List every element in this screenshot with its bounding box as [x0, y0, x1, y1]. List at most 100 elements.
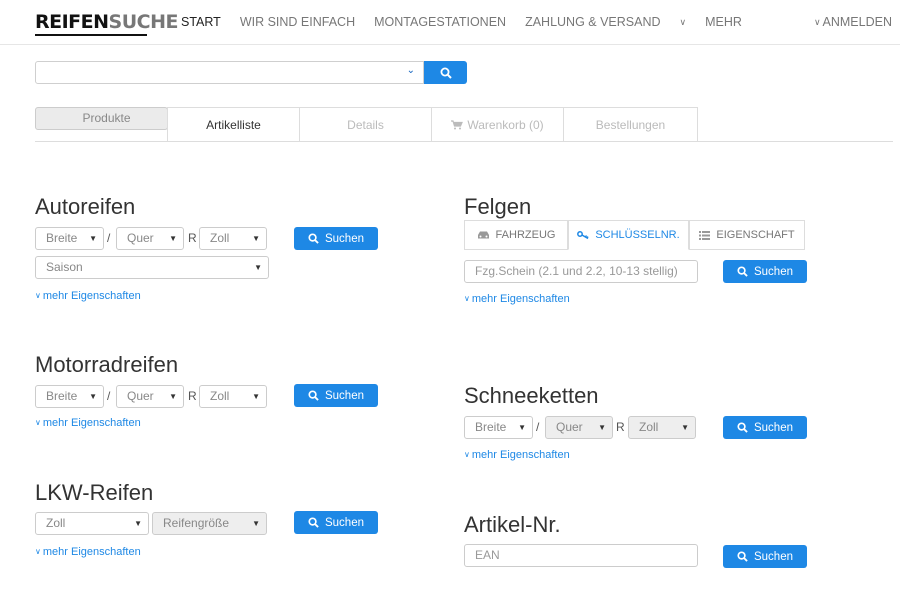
felgen-tab-schluesselnr[interactable]: SCHLÜSSELNR.: [568, 220, 689, 250]
button-label: Suchen: [753, 550, 793, 563]
tab-label: SCHLÜSSELNR.: [595, 229, 680, 241]
motorrad-zoll-select[interactable]: Zoll ▼: [199, 385, 267, 408]
r-separator: R: [188, 231, 197, 245]
nav-zahlung-versand[interactable]: ZAHLUNG & VERSAND: [525, 15, 660, 29]
tab-label: Artikelliste: [206, 117, 261, 132]
nav-login-label: ANMELDEN: [822, 15, 892, 29]
tab-bar: Produkte Artikelliste Details Warenkorb …: [35, 107, 893, 142]
schneeketten-zoll-select[interactable]: Zoll ▼: [628, 416, 696, 439]
chevron-down-icon: ∨: [35, 291, 41, 300]
felgen-schluesselnr-input[interactable]: Fzg.Schein (2.1 und 2.2, 10-13 stellig): [464, 260, 698, 283]
tab-produkte[interactable]: Produkte: [35, 107, 168, 130]
link-label: mehr Eigenschaften: [42, 417, 141, 429]
nav-wir-sind-einfach[interactable]: WIR SIND EINFACH: [240, 15, 355, 29]
caret-down-icon: ▼: [169, 234, 177, 243]
logo[interactable]: REIFEN SUCHE: [35, 12, 178, 36]
autoreifen-more-link[interactable]: ∨ mehr Eigenschaften: [35, 290, 141, 302]
select-value: Breite: [46, 231, 78, 245]
select-value: Zoll: [46, 516, 66, 530]
felgen-tab-eigenschaft[interactable]: EIGENSCHAFT: [689, 220, 805, 250]
chevron-down-icon: ∨: [464, 294, 470, 303]
button-label: Suchen: [324, 389, 364, 402]
caret-down-icon: ▼: [598, 423, 606, 432]
key-icon: [577, 231, 589, 240]
schneeketten-more-link[interactable]: ∨ mehr Eigenschaften: [464, 449, 570, 461]
select-value: Quer: [127, 231, 154, 245]
autoreifen-zoll-select[interactable]: Zoll ▼: [199, 227, 267, 250]
slash-separator: /: [107, 389, 111, 403]
button-label: Suchen: [324, 516, 364, 529]
nav-login[interactable]: ∨ ANMELDEN: [814, 15, 892, 29]
search-input[interactable]: ⌄: [35, 61, 424, 84]
tab-label: FAHRZEUG: [495, 229, 556, 241]
lkw-zoll-select[interactable]: Zoll ▼: [35, 512, 149, 535]
slash-separator: /: [536, 420, 540, 434]
schneeketten-quer-select[interactable]: Quer ▼: [545, 416, 613, 439]
link-label: mehr Eigenschaften: [471, 449, 570, 461]
button-label: Suchen: [753, 265, 793, 278]
search-icon: [308, 233, 319, 244]
nav-mehr[interactable]: ∨ MEHR: [680, 15, 761, 29]
artikel-heading: Artikel-Nr.: [464, 512, 561, 537]
link-label: mehr Eigenschaften: [42, 290, 141, 302]
caret-down-icon: ▼: [169, 392, 177, 401]
caret-down-icon: ▼: [252, 392, 260, 401]
search-icon: [737, 422, 748, 433]
caret-down-icon: ▼: [134, 519, 142, 528]
cart-icon: [451, 119, 464, 129]
search-button[interactable]: [424, 61, 467, 84]
felgen-more-link[interactable]: ∨ mehr Eigenschaften: [464, 293, 570, 305]
select-value: Zoll: [639, 420, 659, 434]
tab-label: Produkte: [82, 111, 131, 125]
caret-down-icon: ▼: [252, 234, 260, 243]
nav-links: START WIR SIND EINFACH MONTAGESTATIONEN …: [181, 15, 780, 29]
felgen-tab-fahrzeug[interactable]: FAHRZEUG: [464, 220, 568, 250]
chevron-down-icon: ∨: [679, 17, 687, 27]
car-icon: [477, 231, 489, 239]
slash-separator: /: [107, 231, 111, 245]
artikel-search-button[interactable]: Suchen: [723, 545, 807, 568]
lkw-search-button[interactable]: Suchen: [294, 511, 378, 534]
logo-underline: [35, 34, 147, 36]
caret-down-icon: ▼: [254, 263, 262, 272]
select-value: Breite: [46, 389, 78, 403]
caret-down-icon: ▼: [518, 423, 526, 432]
schneeketten-heading: Schneeketten: [464, 383, 599, 408]
motorrad-search-button[interactable]: Suchen: [294, 384, 378, 407]
chevron-down-icon: ∨: [35, 418, 41, 427]
tab-warenkorb: Warenkorb (0): [431, 107, 564, 141]
autoreifen-breite-select[interactable]: Breite ▼: [35, 227, 104, 250]
motorrad-more-link[interactable]: ∨ mehr Eigenschaften: [35, 417, 141, 429]
lkw-reifengroesse-select[interactable]: Reifengröße ▼: [152, 512, 267, 535]
caret-down-icon: ▼: [252, 519, 260, 528]
autoreifen-search-button[interactable]: Suchen: [294, 227, 378, 250]
motorrad-heading: Motorradreifen: [35, 352, 179, 377]
autoreifen-quer-select[interactable]: Quer ▼: [116, 227, 184, 250]
motorrad-breite-select[interactable]: Breite ▼: [35, 385, 104, 408]
select-value: Quer: [127, 389, 154, 403]
nav-start[interactable]: START: [181, 15, 221, 29]
chevron-down-icon: ∨: [35, 547, 41, 556]
select-value: Zoll: [210, 389, 230, 403]
chevron-down-icon[interactable]: ⌄: [407, 65, 415, 76]
select-value: Zoll: [210, 231, 230, 245]
autoreifen-saison-select[interactable]: Saison ▼: [35, 256, 269, 279]
tab-artikelliste[interactable]: Artikelliste: [167, 107, 300, 141]
link-label: mehr Eigenschaften: [471, 293, 570, 305]
select-value: Breite: [475, 420, 507, 434]
artikel-ean-input[interactable]: EAN: [464, 544, 698, 567]
nav-montagestationen[interactable]: MONTAGESTATIONEN: [374, 15, 506, 29]
felgen-search-button[interactable]: Suchen: [723, 260, 807, 283]
lkw-heading: LKW-Reifen: [35, 480, 154, 505]
felgen-heading: Felgen: [464, 194, 532, 219]
button-label: Suchen: [324, 232, 364, 245]
schneeketten-search-button[interactable]: Suchen: [723, 416, 807, 439]
chevron-down-icon: ∨: [813, 17, 821, 27]
lkw-more-link[interactable]: ∨ mehr Eigenschaften: [35, 546, 141, 558]
top-nav: REIFEN SUCHE START WIR SIND EINFACH MONTA…: [0, 0, 900, 45]
schneeketten-breite-select[interactable]: Breite ▼: [464, 416, 533, 439]
tab-label: Warenkorb (0): [467, 117, 544, 132]
caret-down-icon: ▼: [89, 234, 97, 243]
motorrad-quer-select[interactable]: Quer ▼: [116, 385, 184, 408]
tab-label: Details: [347, 117, 384, 132]
